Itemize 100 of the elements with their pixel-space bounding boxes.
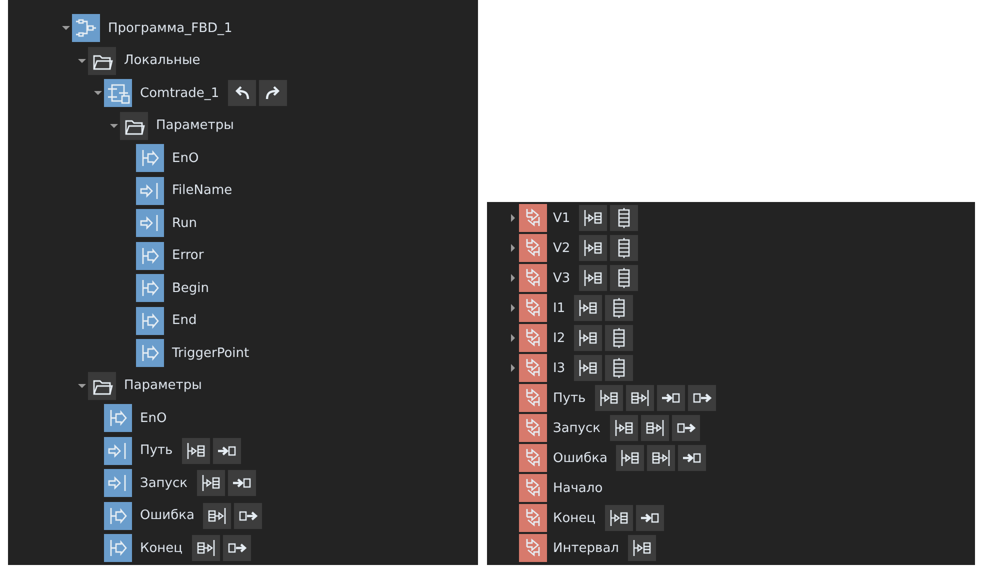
square-to-arrow-icon xyxy=(226,541,247,556)
tree-item-label[interactable]: Параметры xyxy=(156,118,234,134)
tree-item-label[interactable]: Путь xyxy=(553,390,586,406)
bar-arrow-list-icon xyxy=(200,474,220,492)
bar-arrow-list-icon xyxy=(583,209,604,227)
array-button[interactable] xyxy=(605,325,634,351)
tree-item-label[interactable]: Конец xyxy=(140,540,183,556)
arrow-in-button[interactable] xyxy=(212,438,241,464)
stacked-list-icon xyxy=(617,207,632,229)
bind-input-button[interactable] xyxy=(574,295,602,321)
exchange-arrows-icon xyxy=(519,204,547,232)
array-button[interactable] xyxy=(605,295,634,321)
bind-input-button[interactable] xyxy=(196,470,224,496)
bind-input-button[interactable] xyxy=(579,235,608,261)
tree-item-label[interactable]: End xyxy=(172,313,197,328)
arrow-to-square-icon xyxy=(682,451,702,465)
arrow-in-button[interactable] xyxy=(678,445,706,471)
bar-arrow-list-icon xyxy=(598,389,619,407)
bind-input-button[interactable] xyxy=(182,438,210,464)
stacked-list-icon xyxy=(612,327,626,349)
tree-item-label[interactable]: EnO xyxy=(172,150,199,166)
tree-item-label[interactable]: Ошибка xyxy=(140,508,194,524)
flowchart-icon xyxy=(72,14,100,42)
arrow-in-button[interactable] xyxy=(228,470,256,496)
tree-item-label[interactable]: I3 xyxy=(553,360,566,376)
array-button[interactable] xyxy=(610,205,638,231)
arrow-in-button[interactable] xyxy=(656,385,685,411)
bar-arrow-list-icon xyxy=(186,442,206,460)
tree-item-label[interactable]: I1 xyxy=(553,300,566,316)
stacked-list-icon xyxy=(612,297,626,319)
tree-item-label[interactable]: Интервал xyxy=(553,540,619,556)
bind-output-button[interactable] xyxy=(640,415,668,441)
bind-input-button[interactable] xyxy=(610,415,638,441)
exchange-arrows-icon xyxy=(519,474,547,502)
arrow-to-square-icon xyxy=(640,511,660,525)
tree-item-label[interactable]: Параметры xyxy=(124,378,202,394)
tree-item-label[interactable]: V2 xyxy=(553,240,570,256)
bind-input-button[interactable] xyxy=(594,385,623,411)
bind-input-button[interactable] xyxy=(604,505,633,531)
undo-button[interactable] xyxy=(228,80,256,106)
bind-input-button[interactable] xyxy=(579,205,608,231)
tree-item-label[interactable]: Begin xyxy=(172,280,210,296)
bind-input-button[interactable] xyxy=(616,445,644,471)
bind-output-button[interactable] xyxy=(647,445,676,471)
stacked-list-icon xyxy=(617,237,632,259)
folder-icon xyxy=(88,46,116,75)
tree-item-label[interactable]: Error xyxy=(172,248,204,264)
arrow-out-button[interactable] xyxy=(222,535,251,562)
array-button[interactable] xyxy=(605,355,634,381)
tree-item-label[interactable]: Начало xyxy=(553,480,603,496)
arrow-out-button[interactable] xyxy=(234,502,262,529)
bar-arrow-list-icon xyxy=(583,239,604,257)
square-to-arrow-icon xyxy=(676,421,696,435)
bar-arrow-list-icon xyxy=(578,299,598,317)
exchange-arrows-icon xyxy=(519,504,547,532)
exchange-arrows-icon xyxy=(519,534,547,562)
block-diagram-icon xyxy=(104,79,132,108)
array-button[interactable] xyxy=(610,265,638,291)
tree-item-label[interactable]: V3 xyxy=(553,270,570,286)
bind-output-button[interactable] xyxy=(192,535,220,562)
tree-item-label[interactable]: Run xyxy=(172,216,197,231)
tree-item-label[interactable]: FileName xyxy=(172,183,232,198)
bind-input-button[interactable] xyxy=(628,535,656,561)
list-arrow-bar-icon xyxy=(644,419,664,437)
tree-item-label[interactable]: Запуск xyxy=(140,476,188,491)
bind-input-button[interactable] xyxy=(574,355,602,381)
tree-item-label[interactable]: Запуск xyxy=(553,420,600,436)
tree-item-label[interactable]: Конец xyxy=(553,510,596,526)
arrow-to-square-icon xyxy=(660,391,681,405)
redo-button[interactable] xyxy=(259,80,288,106)
tree-item-label[interactable]: Comtrade_1 xyxy=(140,86,220,101)
exchange-arrows-icon xyxy=(519,264,547,292)
array-button[interactable] xyxy=(610,235,638,261)
bind-input-button[interactable] xyxy=(579,265,608,291)
arrow-out-button[interactable] xyxy=(688,385,716,411)
bar-arrow-list-icon xyxy=(620,449,640,467)
tree-item-label[interactable]: I2 xyxy=(553,330,566,346)
tree-item-label[interactable]: TriggerPoint xyxy=(172,346,250,361)
folder-icon xyxy=(88,372,116,400)
list-arrow-bar-icon xyxy=(630,389,650,407)
arrow-out-button[interactable] xyxy=(672,415,700,441)
tree-item-label[interactable]: Путь xyxy=(140,443,173,458)
bind-input-button[interactable] xyxy=(574,325,602,351)
tree-item-label[interactable]: Программа_FBD_1 xyxy=(108,20,232,36)
stacked-list-icon xyxy=(612,357,626,379)
list-arrow-bar-icon xyxy=(651,449,672,467)
square-to-arrow-icon xyxy=(238,508,258,523)
tree-item-label[interactable]: EnO xyxy=(140,410,167,426)
tree-item-label[interactable]: Ошибка xyxy=(553,450,608,466)
exchange-arrows-icon xyxy=(519,324,547,352)
bar-arrow-list-icon xyxy=(583,269,604,287)
bind-output-button[interactable] xyxy=(203,502,232,529)
bar-arrow-list-icon xyxy=(608,509,629,527)
list-arrow-bar-icon xyxy=(196,539,216,558)
bind-output-button[interactable] xyxy=(626,385,654,411)
arrow-in-button[interactable] xyxy=(636,505,664,531)
exchange-arrows-icon xyxy=(519,234,547,262)
exchange-arrows-icon xyxy=(519,294,547,322)
tree-item-label[interactable]: Локальные xyxy=(124,53,200,68)
tree-item-label[interactable]: V1 xyxy=(553,210,570,226)
